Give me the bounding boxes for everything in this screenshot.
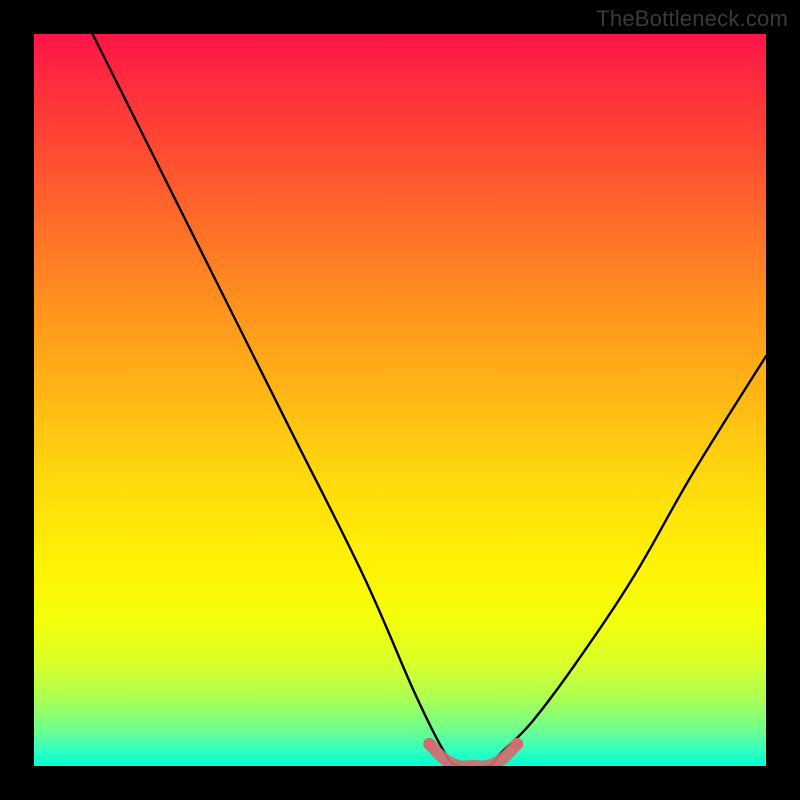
watermark-text: TheBottleneck.com [596,6,788,32]
plot-area [34,34,766,766]
highlight-dot-left [423,738,435,750]
chart-frame: TheBottleneck.com [0,0,800,800]
highlight-dot-right [511,738,523,750]
bottleneck-curve-svg [34,34,766,766]
bottleneck-curve [93,34,766,766]
